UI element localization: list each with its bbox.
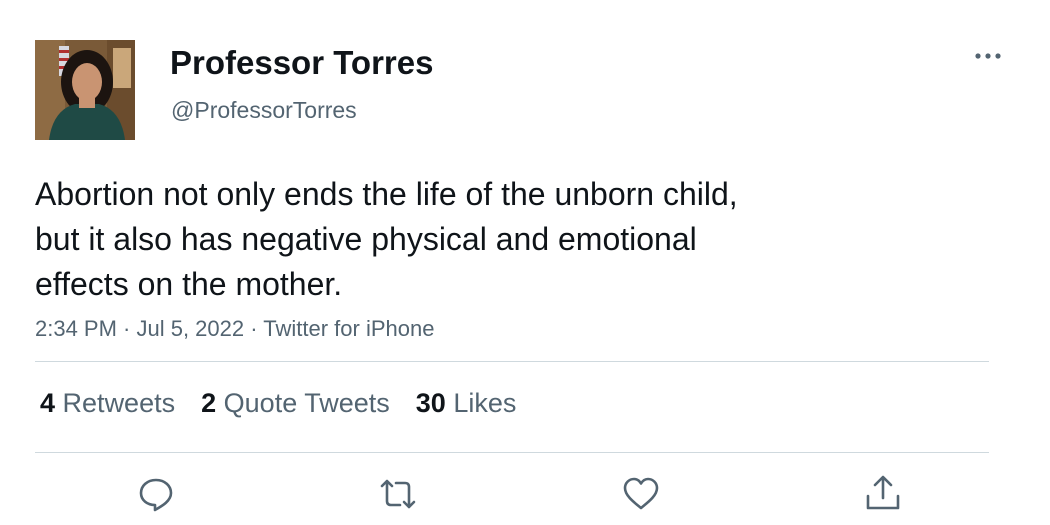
author-handle[interactable]: @ProfessorTorres (171, 97, 357, 124)
divider (35, 361, 989, 362)
reply-icon (139, 478, 173, 512)
quote-tweets-label: Quote Tweets (223, 388, 390, 418)
tweet-text-line: Abortion not only ends the life of the u… (35, 176, 738, 212)
likes-stat[interactable]: 30 Likes (416, 388, 517, 419)
tweet-timestamp-source[interactable]: 2:34 PM · Jul 5, 2022 · Twitter for iPho… (35, 316, 434, 342)
retweet-button[interactable] (378, 474, 418, 514)
divider (35, 452, 989, 453)
quote-tweets-stat[interactable]: 2 Quote Tweets (201, 388, 390, 419)
retweets-count: 4 (40, 388, 56, 418)
engagement-stats: 4 Retweets 2 Quote Tweets 30 Likes (40, 388, 542, 419)
likes-label: Likes (453, 388, 517, 418)
ellipsis-icon (975, 53, 1001, 59)
retweets-label: Retweets (62, 388, 176, 418)
author-avatar[interactable] (35, 40, 135, 140)
tweet-card: Professor Torres @ProfessorTorres Aborti… (0, 0, 1050, 525)
tweet-text-line: but it also has negative physical and em… (35, 221, 697, 257)
retweets-stat[interactable]: 4 Retweets (40, 388, 175, 419)
avatar-photo-icon (35, 40, 135, 140)
author-display-name[interactable]: Professor Torres (170, 44, 433, 82)
tweet-text-line: effects on the mother. (35, 266, 343, 302)
retweet-icon (380, 479, 416, 509)
like-icon (623, 477, 659, 510)
quote-tweets-count: 2 (201, 388, 217, 418)
likes-count: 30 (415, 388, 446, 418)
reply-button[interactable] (136, 474, 176, 514)
like-button[interactable] (621, 474, 661, 514)
share-button[interactable] (863, 474, 903, 514)
tweet-text: Abortion not only ends the life of the u… (35, 172, 895, 307)
share-icon (866, 475, 900, 510)
more-options-button[interactable] (968, 40, 1008, 70)
